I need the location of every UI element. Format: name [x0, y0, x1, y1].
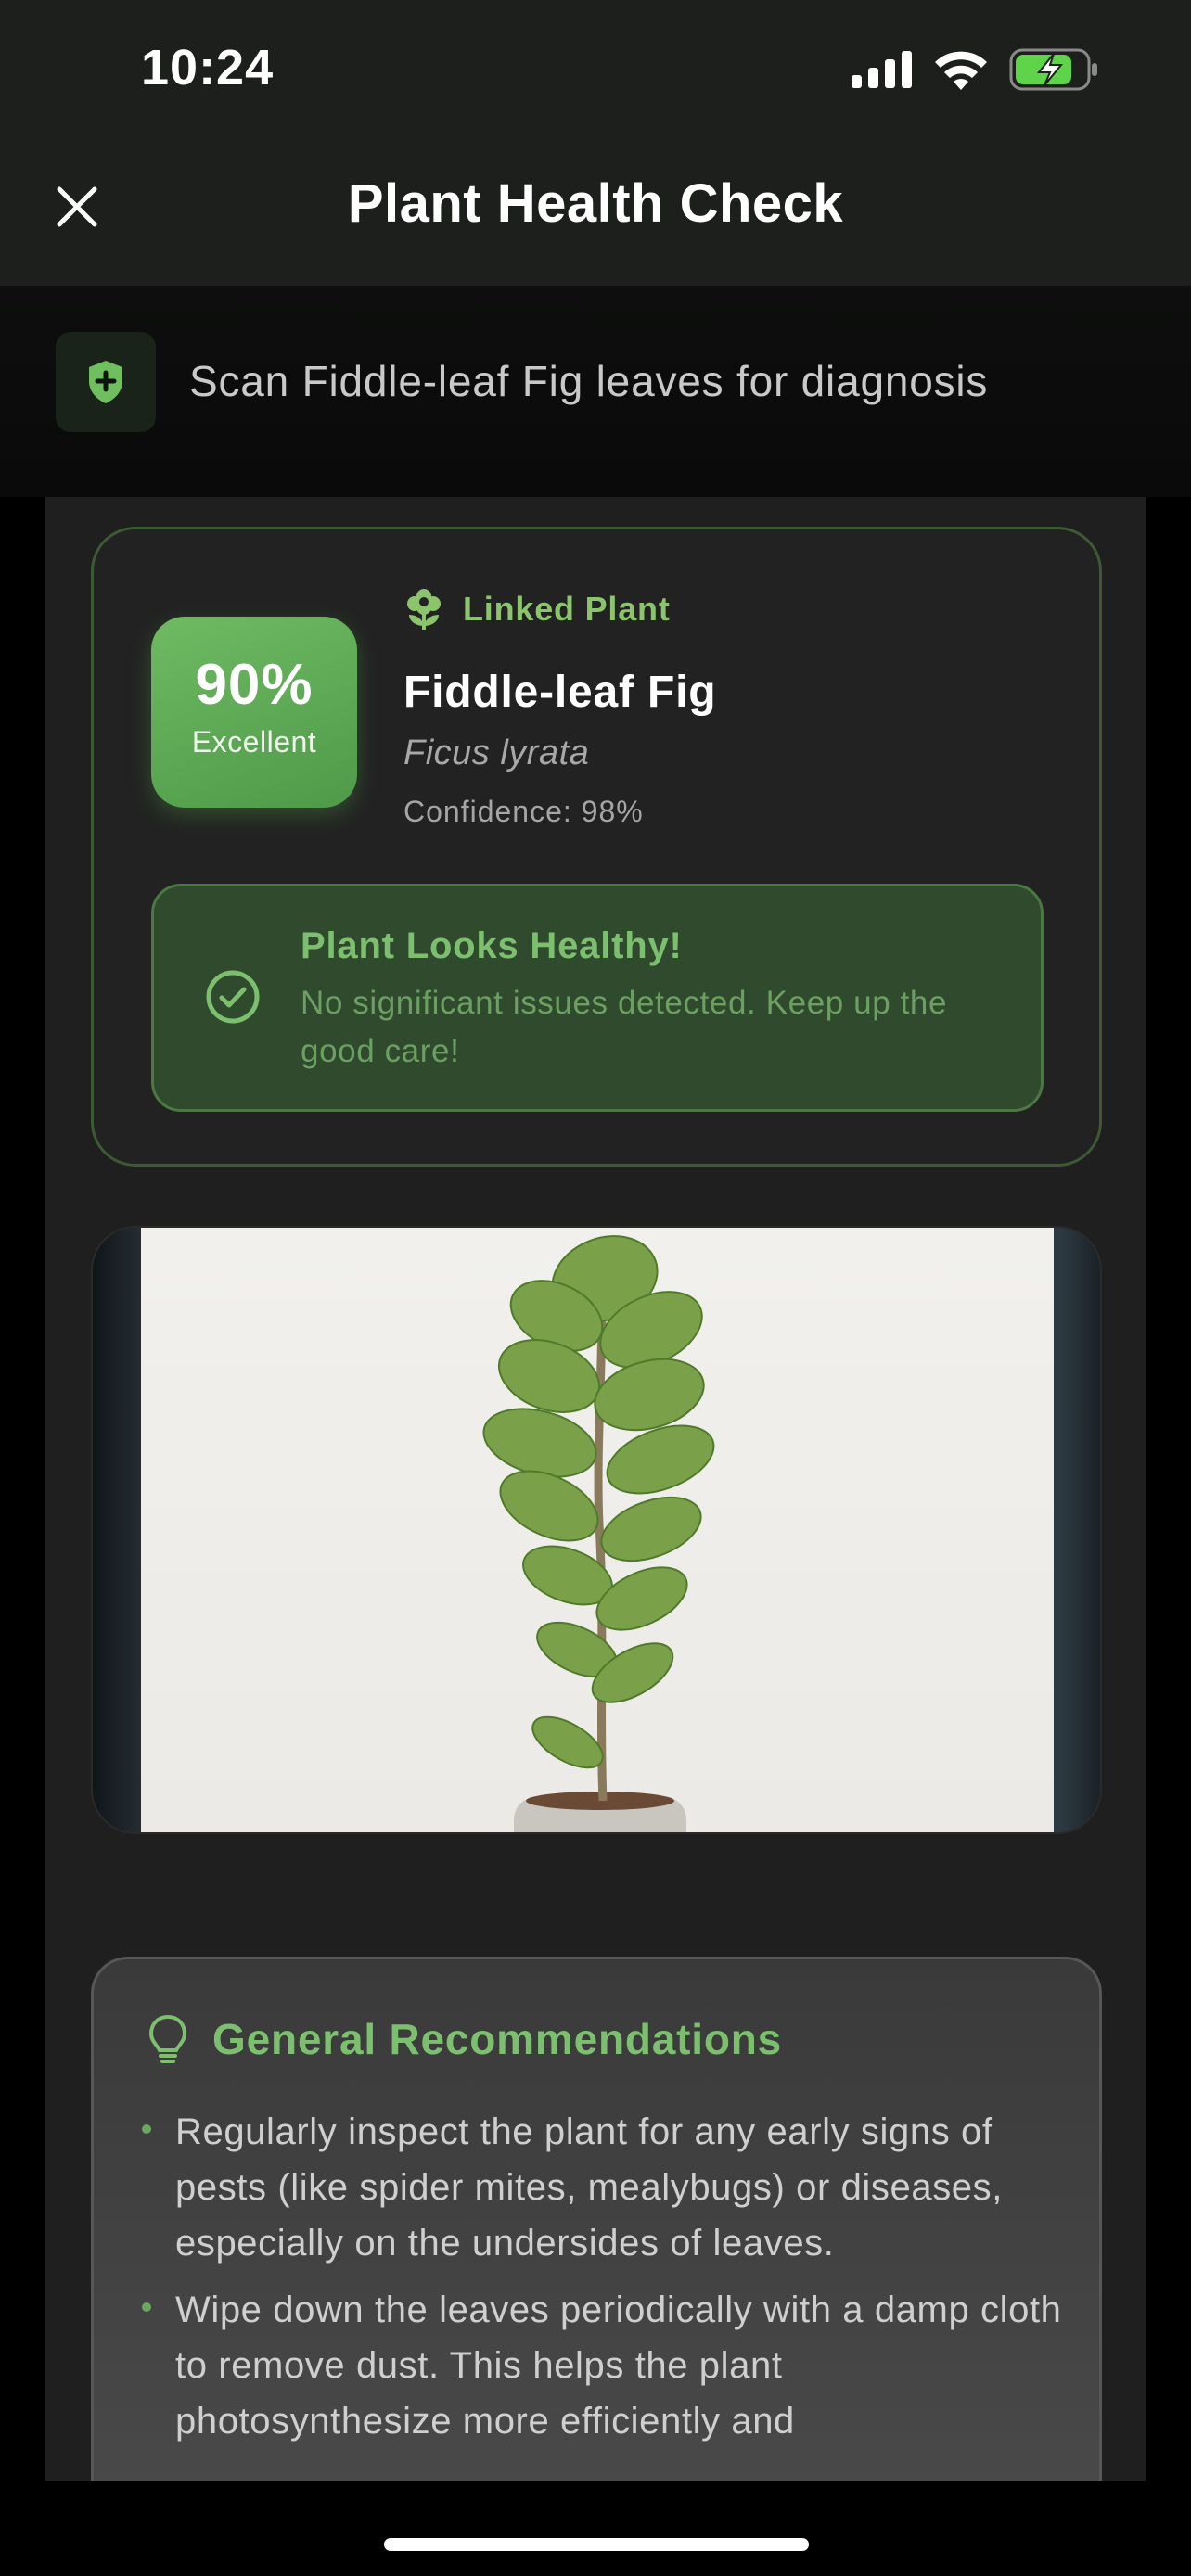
- status-icons: [852, 46, 1098, 93]
- linked-plant-tag: Linked Plant: [403, 587, 671, 631]
- recommendations-list: Regularly inspect the plant for any earl…: [142, 2104, 1069, 2460]
- health-status-title: Plant Looks Healthy!: [301, 925, 683, 966]
- info-badge: [56, 332, 156, 432]
- recommendations-header: General Recommendations: [147, 2013, 782, 2065]
- info-bar: Scan Fiddle-leaf Fig leaves for diagnosi…: [0, 286, 1191, 497]
- page-title: Plant Health Check: [347, 173, 844, 234]
- recommendation-item: Regularly inspect the plant for any earl…: [142, 2104, 1069, 2271]
- cellular-signal-icon: [852, 51, 912, 88]
- health-score-label: Excellent: [191, 725, 317, 759]
- home-area: [0, 2481, 1191, 2576]
- plant-name: Fiddle-leaf Fig: [403, 668, 717, 717]
- info-text: Scan Fiddle-leaf Fig leaves for diagnosi…: [189, 357, 989, 405]
- recommendations-title: General Recommendations: [212, 2015, 783, 2063]
- top-bar: 10:24 Plant Health Check: [0, 0, 1191, 286]
- wifi-icon: [935, 51, 987, 90]
- plant-scientific-name: Ficus lyrata: [403, 733, 590, 772]
- health-score-value: 90%: [195, 653, 314, 717]
- shield-plus-icon: [89, 361, 122, 403]
- linked-plant-label: Linked Plant: [463, 590, 671, 628]
- status-time: 10:24: [141, 40, 275, 96]
- screen: 10:24 Plant Health Check Scan Fiddle-lea…: [0, 0, 1191, 2576]
- recommendation-item: Wipe down the leaves periodically with a…: [142, 2282, 1069, 2449]
- home-indicator[interactable]: [384, 2538, 809, 2551]
- scroll-content[interactable]: 90% Excellent Linked Plant Fiddle-leaf F…: [45, 497, 1146, 2481]
- plant-photo: [141, 1228, 1054, 1832]
- lightbulb-icon: [148, 2014, 187, 2063]
- health-status-banner: Plant Looks Healthy! No significant issu…: [151, 884, 1044, 1112]
- fiddle-leaf-fig-image: [482, 1235, 715, 1832]
- battery-charging-icon: [1009, 48, 1097, 91]
- health-status-description: No significant issues detected. Keep up …: [301, 985, 948, 1069]
- plant-photo-card[interactable]: [91, 1226, 1102, 1834]
- recommendations-card: General Recommendations Regularly inspec…: [91, 1957, 1102, 2481]
- health-score-badge: 90% Excellent: [151, 617, 357, 808]
- check-circle-icon: [206, 970, 260, 1024]
- confidence-text: Confidence: 98%: [403, 795, 644, 828]
- flower-icon: [407, 589, 441, 630]
- health-summary-card: 90% Excellent Linked Plant Fiddle-leaf F…: [91, 527, 1102, 1167]
